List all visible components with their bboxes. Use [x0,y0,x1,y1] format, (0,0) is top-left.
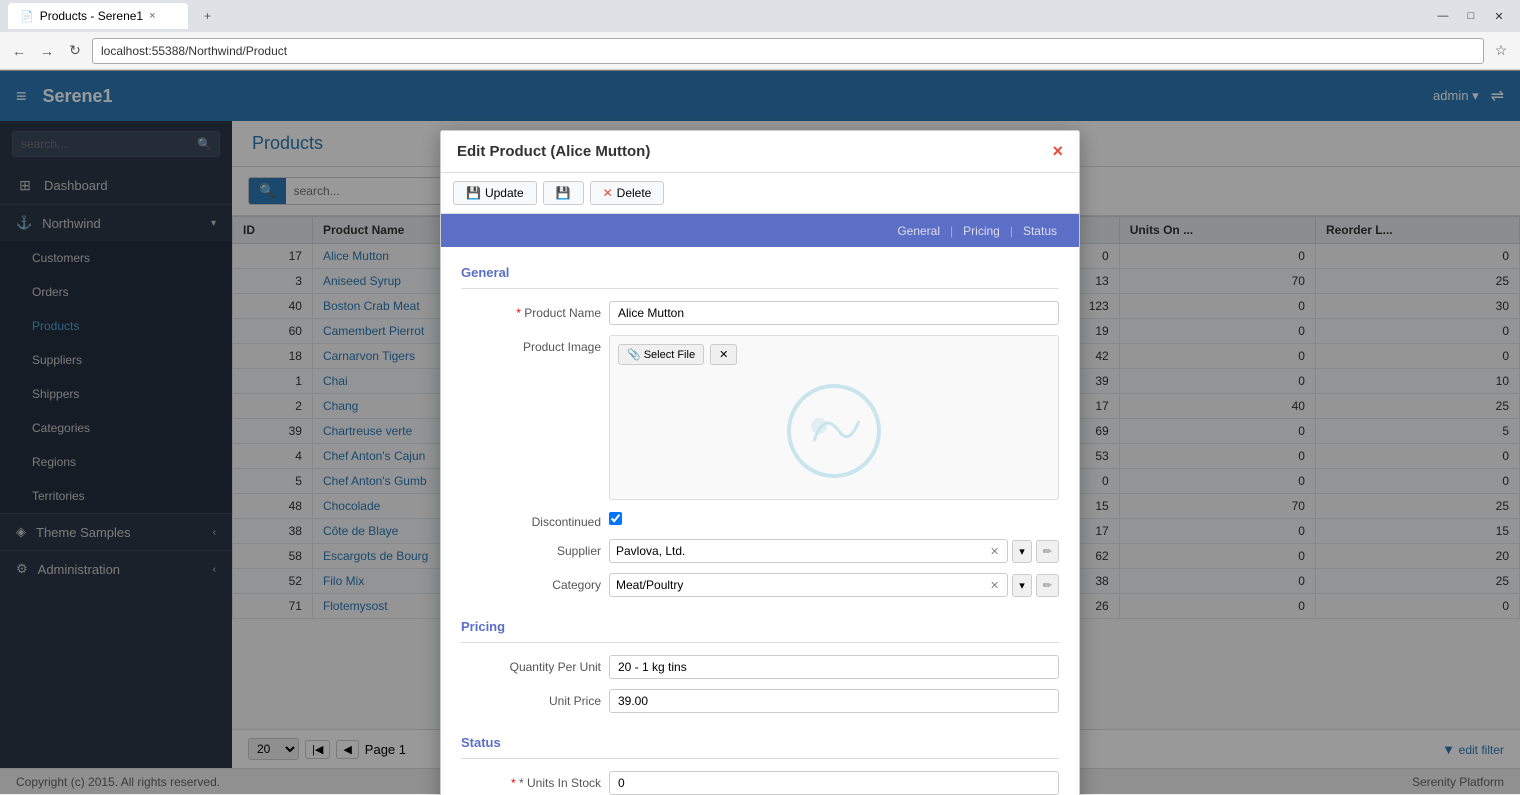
back-btn[interactable]: ← [8,40,30,62]
product-name-input[interactable] [609,301,1059,325]
browser-tab-active[interactable]: 📄 Products - Serene1 × [8,3,188,29]
window-restore-btn[interactable]: □ [1458,3,1484,29]
edit-product-modal: Edit Product (Alice Mutton) × 💾 Update 💾… [440,130,1080,795]
forward-btn[interactable]: → [36,40,58,62]
modal-toolbar: 💾 Update 💾 ✕ Delete [441,173,1079,214]
modal-overlay: Edit Product (Alice Mutton) × 💾 Update 💾… [0,70,1520,794]
modal-header: Edit Product (Alice Mutton) × [441,131,1079,173]
product-image-row: Product Image 📎 Select File ✕ [461,335,1059,500]
update-btn[interactable]: 💾 Update [453,181,537,205]
general-section-title: General [461,259,1059,289]
tab-title: Products - Serene1 [40,9,143,23]
window-minimize-btn[interactable]: — [1430,3,1456,29]
category-value: Meat/Poultry [616,578,683,592]
supplier-value: Pavlova, Ltd. [616,544,685,558]
browser-chrome: 📄 Products - Serene1 × + — □ ✕ ← → ↻ ☆ [0,0,1520,71]
save-icon-btn[interactable]: 💾 [543,181,584,205]
browser-tab-new[interactable]: + [192,3,223,29]
delete-icon: ✕ [603,186,613,200]
tab-pricing[interactable]: Pricing [953,216,1010,246]
qty-per-unit-label: Quantity Per Unit [461,655,601,674]
paperclip-icon: 📎 [627,348,641,361]
qty-per-unit-row: Quantity Per Unit [461,655,1059,679]
discontinued-label: Discontinued [461,510,601,529]
category-label: Category [461,573,601,592]
category-clear-icon[interactable]: ✕ [990,579,999,592]
favorites-btn[interactable]: ☆ [1490,40,1512,62]
delete-label: Delete [617,186,652,200]
select-file-label: Select File [644,349,695,361]
discontinued-checkbox-wrap [609,510,622,525]
product-name-row: Product Name [461,301,1059,325]
supplier-dropdown-wrap: Pavlova, Ltd. ✕ ▾ ✏ [609,539,1059,563]
unit-price-input[interactable] [609,689,1059,713]
category-dropdown[interactable]: Meat/Poultry ✕ [609,573,1008,597]
window-close-btn[interactable]: ✕ [1486,3,1512,29]
browser-controls: ← → ↻ ☆ [0,32,1520,70]
image-toolbar: 📎 Select File ✕ [618,344,1050,365]
qty-per-unit-input[interactable] [609,655,1059,679]
clear-image-btn[interactable]: ✕ [710,344,737,365]
tab-general[interactable]: General [887,216,950,246]
units-in-stock-row: * Units In Stock [461,771,1059,795]
window-controls: — □ ✕ [1430,3,1512,29]
tab-close-btn[interactable]: × [149,10,155,22]
update-label: Update [485,186,524,200]
supplier-arrow-btn[interactable]: ▾ [1012,540,1032,563]
pricing-section-title: Pricing [461,613,1059,643]
supplier-row: Supplier Pavlova, Ltd. ✕ ▾ ✏ [461,539,1059,563]
category-edit-btn[interactable]: ✏ [1036,574,1059,597]
product-name-label: Product Name [461,301,601,320]
clear-icon: ✕ [719,348,728,361]
image-preview [618,371,1050,491]
modal-title: Edit Product (Alice Mutton) [457,143,650,160]
product-image-label: Product Image [461,335,601,354]
placeholder-image [784,381,884,481]
supplier-label: Supplier [461,539,601,558]
browser-titlebar: 📄 Products - Serene1 × + — □ ✕ [0,0,1520,32]
update-icon: 💾 [466,186,481,200]
unit-price-label: Unit Price [461,689,601,708]
image-upload-area: 📎 Select File ✕ [609,335,1059,500]
delete-btn[interactable]: ✕ Delete [590,181,665,205]
units-in-stock-label: * Units In Stock [461,771,601,790]
floppy-icon: 💾 [556,186,571,200]
category-arrow-btn[interactable]: ▾ [1012,574,1032,597]
category-dropdown-wrap: Meat/Poultry ✕ ▾ ✏ [609,573,1059,597]
modal-close-btn[interactable]: × [1052,141,1063,162]
supplier-clear-icon[interactable]: ✕ [990,545,999,558]
discontinued-row: Discontinued [461,510,1059,529]
select-file-btn[interactable]: 📎 Select File [618,344,704,365]
unit-price-row: Unit Price [461,689,1059,713]
address-bar[interactable] [92,38,1484,64]
tab-status[interactable]: Status [1013,216,1067,246]
modal-tabs-bar: General | Pricing | Status [441,214,1079,247]
refresh-btn[interactable]: ↻ [64,40,86,62]
discontinued-checkbox[interactable] [609,512,622,525]
status-section-title: Status [461,729,1059,759]
units-in-stock-input[interactable] [609,771,1059,795]
supplier-edit-btn[interactable]: ✏ [1036,540,1059,563]
modal-body: General Product Name Product Image 📎 Sel… [441,247,1079,795]
supplier-dropdown[interactable]: Pavlova, Ltd. ✕ [609,539,1008,563]
category-row: Category Meat/Poultry ✕ ▾ ✏ [461,573,1059,597]
